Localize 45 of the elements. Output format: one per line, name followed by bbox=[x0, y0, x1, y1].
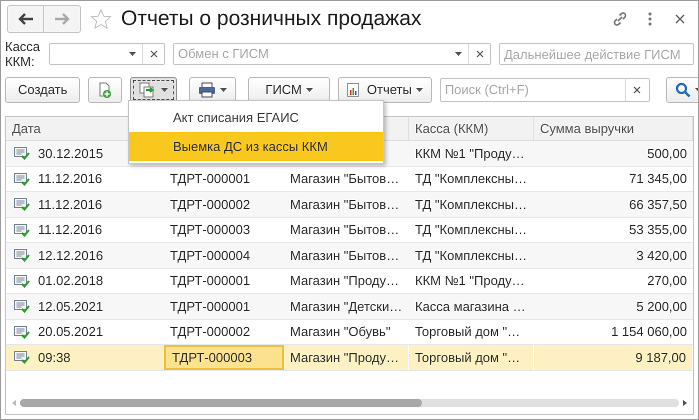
table-cell-text: ТД "Комплексны… bbox=[415, 170, 527, 188]
table-cell-text: 12.12.2016 bbox=[38, 246, 104, 264]
table-cell-text: 1 154 060,00 bbox=[611, 323, 687, 341]
table-cell-text: 09:38 bbox=[38, 348, 71, 366]
window-title: Отчеты о розничных продажах bbox=[121, 6, 422, 32]
table-cell-text: 12.05.2021 bbox=[38, 298, 104, 316]
table-cell-text: ТДРТ-000001 bbox=[170, 170, 250, 188]
table-cell-text: 5 200,00 bbox=[636, 298, 687, 316]
table-cell-text: ТД "Комплексны… bbox=[415, 196, 527, 214]
table-cell-text: 20.05.2021 bbox=[38, 323, 104, 341]
table-cell-text: 9 187,00 bbox=[635, 348, 686, 366]
table-cell-text: 71 345,00 bbox=[629, 170, 687, 188]
table-cell-text: 3 420,00 bbox=[636, 246, 687, 264]
table-cell-text: Магазин "Проду… bbox=[290, 348, 399, 367]
table-cell-text: 30.12.2015 bbox=[38, 144, 104, 162]
table-cell-text: Магазин "Бытов… bbox=[290, 221, 400, 239]
table-cell-text: Магазин "Обувь" bbox=[290, 323, 390, 341]
table-cell-text: 500,00 bbox=[647, 144, 687, 162]
table-cell-text: Торговый дом "… bbox=[415, 348, 520, 367]
table-cell-text: Магазин "Бытов… bbox=[290, 196, 400, 214]
table-cell-text: 11.12.2016 bbox=[38, 196, 102, 214]
table-cell-text: 11.12.2016 bbox=[38, 221, 102, 239]
table-cell-text: ТДРТ-000001 bbox=[170, 272, 250, 290]
table-cell-text: 11.12.2016 bbox=[38, 170, 102, 188]
table-cell-text: 270,00 bbox=[647, 272, 687, 290]
table-cell-text: ККМ №1 "Проду… bbox=[415, 144, 525, 163]
table-cell-text: ТДРТ-000003 bbox=[170, 221, 250, 239]
table-cell-text: Торговый дом "… bbox=[415, 323, 520, 341]
table-cell-text: Магазин "Проду… bbox=[290, 272, 399, 290]
table-cell-text: ТД "Комплексны… bbox=[415, 246, 527, 265]
table-cell-text: 66 357,50 bbox=[629, 196, 687, 214]
table-cell-text: ТДРТ-000001 bbox=[170, 298, 250, 316]
register-label: Касса ККМ: bbox=[5, 39, 41, 69]
table-cell-text: ККМ №1 "Проду… bbox=[415, 272, 525, 290]
table-cell-text: ТДРТ-000002 bbox=[170, 323, 250, 341]
table-cell-text: 01.02.2018 bbox=[38, 272, 104, 290]
table-cell-text: ТДРТ-000004 bbox=[170, 246, 250, 265]
table-cell-text: Касса магазина … bbox=[415, 298, 526, 316]
table-cell-text: ТД "Комплексны… bbox=[415, 221, 527, 239]
table-cell-text: ТДРТ-000003 bbox=[172, 348, 252, 367]
table-cell-text: Магазин "Бытов… bbox=[290, 246, 400, 264]
table-cell-text: ТДРТ-000002 bbox=[170, 196, 250, 214]
table-cell-text: Магазин "Детски… bbox=[290, 298, 402, 316]
table-cell-text: 53 355,00 bbox=[629, 221, 687, 239]
table-cell-text: Магазин "Бытов… bbox=[290, 170, 400, 188]
